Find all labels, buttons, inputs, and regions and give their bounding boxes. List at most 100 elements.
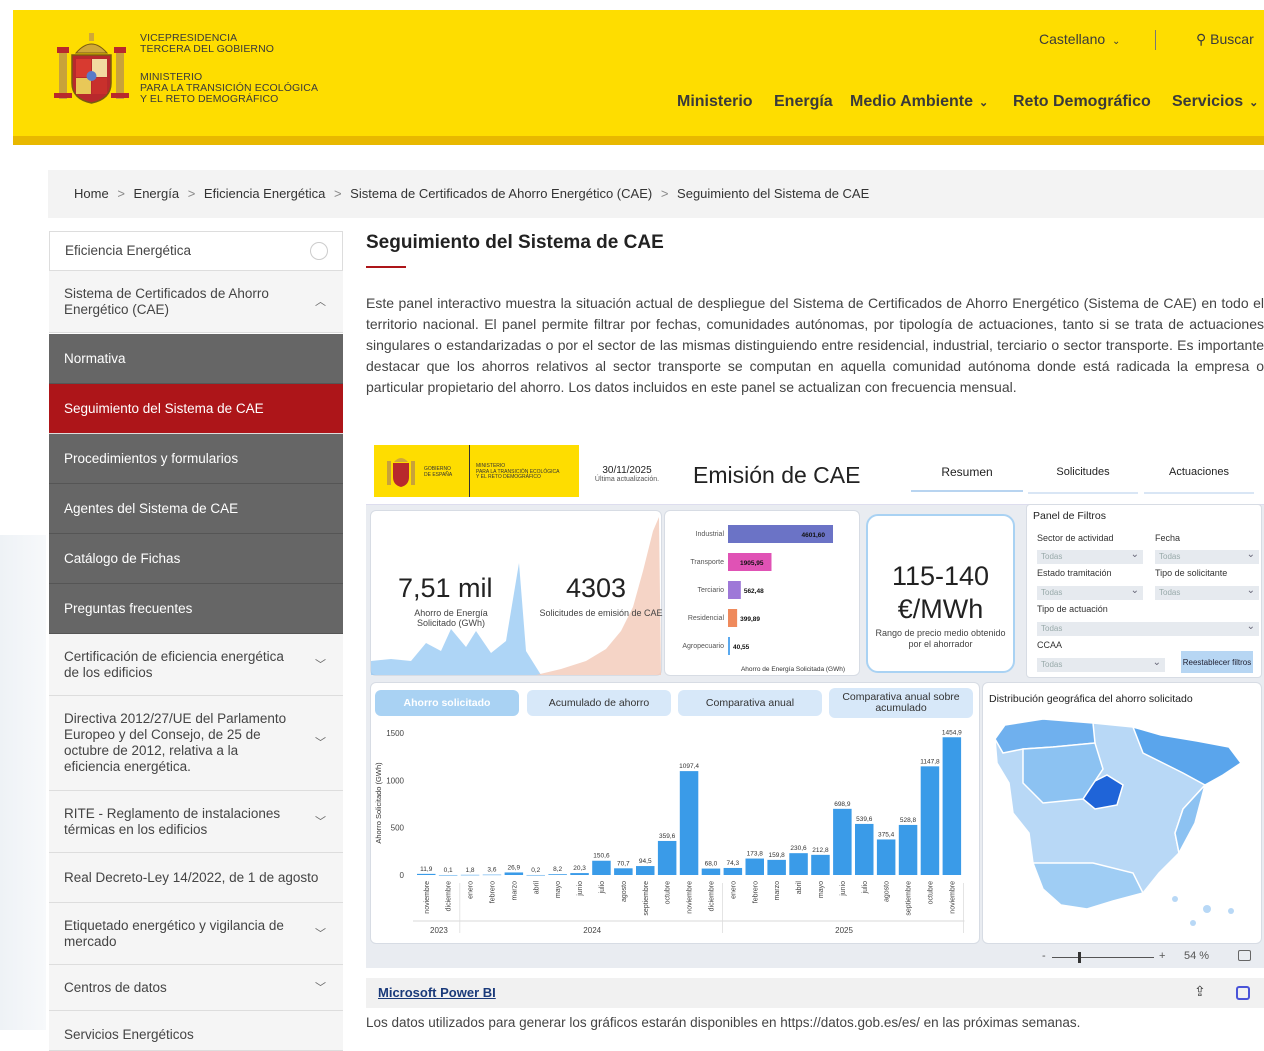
bar-value-label: 212,8 <box>812 847 829 854</box>
sector-value-label: 1905,95 <box>740 560 764 567</box>
filter-tipo-solicitante-dropdown[interactable]: Todas ⌄ <box>1155 585 1259 600</box>
x-tick-label: abril <box>796 881 803 895</box>
zoom-slider-handle[interactable] <box>1078 952 1081 963</box>
sidebar-item-label: Etiquetado energético y vigilancia de me… <box>64 917 284 949</box>
filter-sector-dropdown[interactable]: Todas ⌄ <box>1037 549 1143 564</box>
breadcrumb-energia[interactable]: Energía <box>134 186 180 201</box>
bar-value-label: 3,6 <box>487 867 496 874</box>
reset-filters-button[interactable]: Reestablecer filtros <box>1181 651 1253 673</box>
filter-estado-dropdown[interactable]: Todas ⌄ <box>1037 585 1143 600</box>
sidebar-item-preguntas[interactable]: Preguntas frecuentes <box>49 584 343 634</box>
nav-energia[interactable]: Energía <box>774 93 833 111</box>
comparativa-acumulado-button[interactable]: Comparativa anual sobre acumulado <box>829 688 973 718</box>
chart-bar <box>482 874 502 876</box>
intro-paragraph: Este panel interactivo muestra la situac… <box>366 295 1264 395</box>
filter-ccaa-dropdown[interactable]: Todas ⌄ <box>1037 657 1165 672</box>
nav-reto-demografico[interactable]: Reto Demográfico <box>1013 93 1151 111</box>
breadcrumb-eficiencia[interactable]: Eficiencia Energética <box>204 186 325 201</box>
breadcrumb-home[interactable]: Home <box>74 186 109 201</box>
zoom-control[interactable]: - + 54 % <box>1042 950 1264 966</box>
sidebar-item-directiva[interactable]: Directiva 2012/27/UE del Parlamento Euro… <box>49 696 343 791</box>
title-underline <box>366 266 406 268</box>
sector-bar-chart: Industrial 4601,60 Transporte 1905,95 Tercia… <box>682 525 845 673</box>
x-tick-label: mayo <box>555 881 562 898</box>
sidebar-item-seguimiento[interactable]: Seguimiento del Sistema de CAE <box>49 384 343 434</box>
bar-value-label: 1147,8 <box>920 758 940 765</box>
map-islands <box>1228 908 1234 914</box>
sidebar-item-label: Certificación de eficiencia energética d… <box>64 648 284 680</box>
filter-fecha-dropdown[interactable]: Todas ⌄ <box>1155 549 1259 564</box>
coat-of-arms-logo[interactable] <box>54 33 129 105</box>
x-tick-label: noviembre <box>949 881 956 914</box>
ahorro-solicitado-button[interactable]: Ahorro solicitado <box>375 690 519 716</box>
x-tick-label: julio <box>862 881 869 895</box>
filter-tipo-actuacion-dropdown[interactable]: Todas ⌄ <box>1037 621 1259 636</box>
nav-medio-ambiente[interactable]: Medio Ambiente ⌄ <box>850 93 988 111</box>
sidebar-item-servicios-energeticos[interactable]: Servicios Energéticos <box>49 1011 343 1051</box>
open-external-icon[interactable] <box>1236 986 1250 1000</box>
nav-servicios[interactable]: Servicios ⌄ <box>1172 93 1258 111</box>
language-selector[interactable]: Castellano ⌄ <box>1039 31 1120 47</box>
zoom-in-button[interactable]: + <box>1159 950 1165 962</box>
price-value: 115-140 €/MWh <box>891 561 990 624</box>
map-islands <box>1190 920 1196 926</box>
sector-bar <box>728 581 741 599</box>
page-title: Seguimiento del Sistema de CAE <box>366 232 664 253</box>
chart-bar <box>701 868 721 875</box>
sidebar-item-centros[interactable]: Centros de datos ﹀ <box>49 965 343 1011</box>
share-icon[interactable]: ⇪ <box>1194 983 1206 1000</box>
sidebar-item-normativa[interactable]: Normativa <box>49 334 343 384</box>
bar-value-label: 539,6 <box>856 816 873 823</box>
logo-divider <box>469 445 470 497</box>
zoom-slider-track[interactable] <box>1052 957 1154 958</box>
chart-bar <box>570 873 589 875</box>
acumulado-ahorro-button[interactable]: Acumulado de ahorro <box>527 690 671 716</box>
sidebar-item-certificacion[interactable]: Certificación de eficiencia energética d… <box>49 634 343 696</box>
sidebar-item-etiquetado[interactable]: Etiquetado energético y vigilancia de me… <box>49 903 343 965</box>
monthly-chart-card: Ahorro solicitado Acumulado de ahorro Co… <box>370 682 980 944</box>
breadcrumb-cae[interactable]: Sistema de Certificados de Ahorro Energé… <box>350 186 652 201</box>
chart-bar <box>679 771 699 875</box>
tab-solicitudes[interactable]: Solicitudes <box>1028 466 1138 478</box>
map-islands <box>1172 896 1178 902</box>
sidebar-item-real-decreto[interactable]: Real Decreto-Ley 14/2022, de 1 de agosto <box>49 853 343 903</box>
chart-bar <box>614 868 633 875</box>
chart-bar <box>942 737 962 875</box>
chevron-down-icon: ⌄ <box>978 97 989 109</box>
sidebar-item-agentes[interactable]: Agentes del Sistema de CAE <box>49 484 343 534</box>
tab-actuaciones[interactable]: Actuaciones <box>1144 466 1254 478</box>
kpi-card: 7,51 mil Ahorro de Energía Solicitado (G… <box>370 510 663 676</box>
year-label: 2025 <box>835 926 853 935</box>
sidebar-item-label: Preguntas frecuentes <box>64 600 193 616</box>
y-tick-label: 500 <box>391 824 405 833</box>
nav-ministerio[interactable]: Ministerio <box>677 93 753 111</box>
bar-value-label: 1454,9 <box>942 729 962 736</box>
sidebar-item-procedimientos[interactable]: Procedimientos y formularios <box>49 434 343 484</box>
logo-ministry-text: MINISTERIO PARA LA TRANSICIÓN ECOLÓGICA Y … <box>476 463 560 480</box>
powerbi-link[interactable]: Microsoft Power BI <box>378 985 496 1000</box>
comparativa-anual-button[interactable]: Comparativa anual <box>678 690 822 716</box>
tab-resumen[interactable]: Resumen <box>911 465 1023 479</box>
sidebar-item-catalogo[interactable]: Catálogo de Fichas <box>49 534 343 584</box>
bar-value-label: 26,9 <box>508 864 521 871</box>
fullscreen-icon[interactable] <box>1238 950 1251 961</box>
sidebar-item-eficiencia[interactable]: Eficiencia Energética <box>49 231 343 271</box>
search-button[interactable]: ⚲ Buscar <box>1196 31 1254 48</box>
chart-bar <box>438 874 458 876</box>
bar-value-label: 74,3 <box>727 860 740 867</box>
bar-value-label: 8,2 <box>553 866 562 873</box>
spain-map[interactable] <box>983 713 1261 939</box>
zoom-out-button[interactable]: - <box>1042 950 1046 962</box>
kpi-solicitudes-value: 4303 <box>566 573 627 603</box>
breadcrumb: Home > Energía > Eficiencia Energética >… <box>48 170 1264 218</box>
map-islands <box>1203 905 1211 913</box>
breadcrumb-separator: > <box>660 186 669 201</box>
x-tick-label: febrero <box>752 881 759 903</box>
circle-toggle-icon[interactable] <box>310 242 328 260</box>
sidebar-item-rite[interactable]: RITE - Reglamento de instalaciones térmi… <box>49 791 343 853</box>
sidebar-item-cae[interactable]: Sistema de Certificados de Ahorro Energé… <box>49 271 343 333</box>
sector-bar <box>728 637 730 655</box>
x-tick-label: noviembre <box>424 881 431 914</box>
bar-value-label: 150,6 <box>593 853 610 860</box>
powerbi-report[interactable]: GOBIERNO DE ESPAÑA MINISTERIO PARA LA TRAN… <box>366 438 1264 968</box>
